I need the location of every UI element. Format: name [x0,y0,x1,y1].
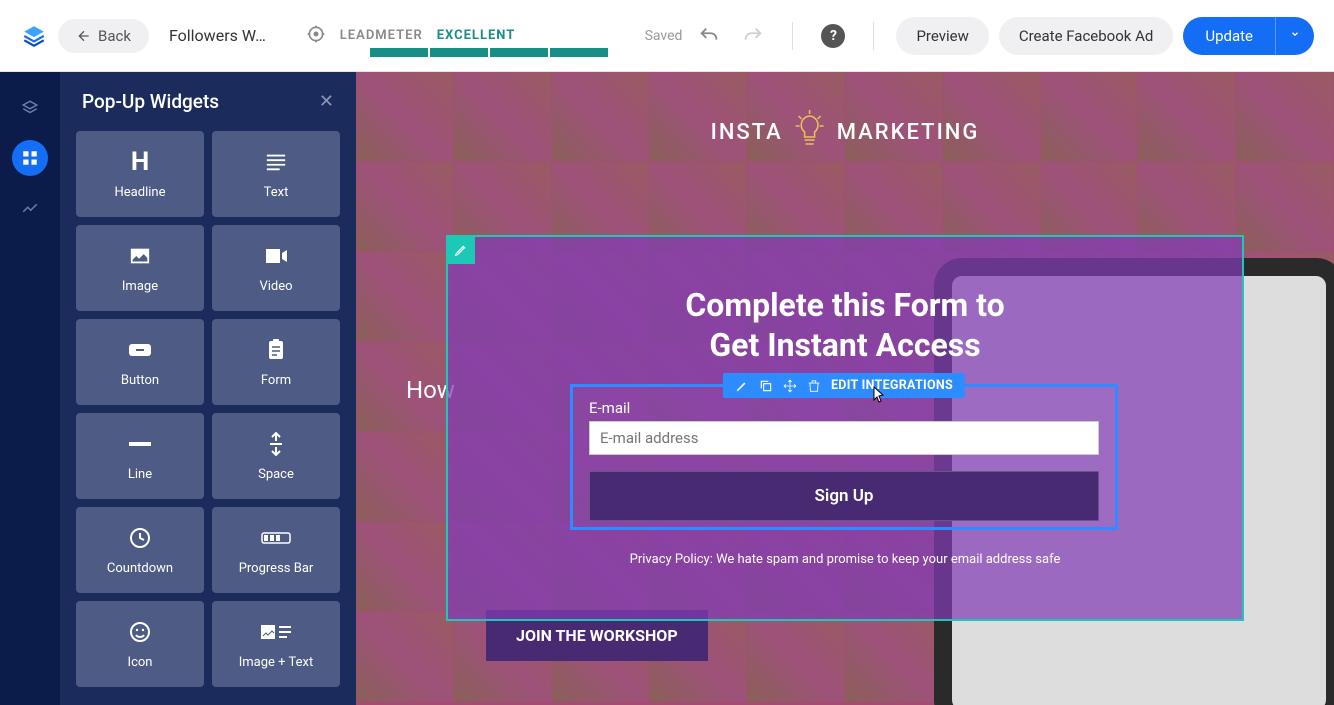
target-icon [306,24,326,48]
widget-video[interactable]: Video [212,225,340,311]
widget-headline[interactable]: HHeadline [76,131,204,217]
app-logo [20,22,48,50]
widget-countdown[interactable]: Countdown [76,507,204,593]
text-icon [265,149,287,175]
popup-content: Complete this Form to Get Instant Access [448,237,1242,365]
signup-button[interactable]: Sign Up [589,471,1099,521]
button-icon [127,337,153,363]
bulb-icon [793,108,827,156]
preview-button[interactable]: Preview [896,17,988,55]
email-field[interactable] [589,421,1099,455]
back-label: Back [98,27,131,45]
image-icon [129,243,151,269]
widget-icon[interactable]: Icon [76,601,204,687]
chevron-down-icon [1290,29,1300,39]
trend-icon [21,199,39,217]
widget-button[interactable]: Button [76,319,204,405]
redo-icon [742,25,764,47]
rail-widgets[interactable] [12,140,48,176]
rail-layers[interactable] [12,90,48,126]
widgets-icon [21,149,39,167]
edit-integrations-button[interactable]: EDIT INTEGRATIONS [831,378,953,393]
toolbar-delete[interactable] [807,379,821,393]
widget-image[interactable]: Image [76,225,204,311]
widget-space[interactable]: Space [212,413,340,499]
undo-button[interactable] [692,19,726,53]
update-group: Update [1183,17,1314,55]
popup-edit-handle[interactable] [447,236,475,264]
leadmeter[interactable]: LEADMETER EXCELLENT [306,24,516,48]
top-bar: Back Followers W… LEADMETER EXCELLENT Sa… [0,0,1334,72]
toolbar-duplicate[interactable] [759,379,773,393]
pencil-icon [735,379,749,393]
image-text-icon [260,619,292,645]
popup-title-line1: Complete this Form to [516,285,1174,325]
update-dropdown[interactable] [1275,17,1314,55]
progress-icon [261,525,291,551]
email-label: E-mail [589,399,1099,417]
smile-icon [128,619,152,645]
toolbar-edit[interactable] [735,379,749,393]
toolbar-move[interactable] [783,379,797,393]
widget-line[interactable]: Line [76,413,204,499]
separator [873,22,874,50]
sidebar-close[interactable]: ✕ [319,91,334,112]
canvas[interactable]: INSTA MARKETING How JOIN THE WORKSHOP Co… [356,72,1334,705]
copy-icon [759,379,773,393]
privacy-text: Privacy Policy: We hate spam and promise… [630,552,1061,567]
redo-button[interactable] [736,19,770,53]
clock-icon [128,525,152,551]
left-rail [0,72,60,705]
popup-title[interactable]: Complete this Form to Get Instant Access [516,285,1174,365]
layers-icon [21,99,39,117]
leadmeter-rating: EXCELLENT [437,28,516,43]
brand-right: MARKETING [837,120,980,145]
trash-icon [807,379,821,393]
pencil-icon [454,243,468,257]
help-button[interactable]: ? [815,18,851,54]
widget-image-text[interactable]: Image + Text [212,601,340,687]
help-icon: ? [821,24,845,48]
undo-icon [698,25,720,47]
headline-icon: H [131,149,149,175]
saved-status: Saved [645,28,683,44]
popup-title-line2: Get Instant Access [516,325,1174,365]
element-toolbar: EDIT INTEGRATIONS [723,373,965,398]
video-icon [264,243,288,269]
form-widget[interactable]: EDIT INTEGRATIONS E-mail Sign Up [570,384,1118,530]
cursor-icon [871,385,887,407]
back-button[interactable]: Back [58,19,149,53]
create-facebook-ad-button[interactable]: Create Facebook Ad [999,17,1174,55]
rail-analytics[interactable] [12,190,48,226]
page-title[interactable]: Followers W… [169,26,266,45]
sidebar: Pop-Up Widgets ✕ HHeadline Text Image Vi… [60,72,356,705]
move-icon [783,379,797,393]
widget-grid: HHeadline Text Image Video Button Form L… [60,131,356,687]
form-icon [266,337,286,363]
line-icon [127,431,153,457]
arrow-left-icon [76,28,92,44]
brand-logo: INSTA MARKETING [711,108,980,156]
update-button[interactable]: Update [1183,17,1275,55]
sidebar-header: Pop-Up Widgets ✕ [60,72,356,131]
widget-progress[interactable]: Progress Bar [212,507,340,593]
main: Pop-Up Widgets ✕ HHeadline Text Image Vi… [0,72,1334,705]
separator [792,22,793,50]
leadmeter-label: LEADMETER [340,28,423,43]
brand-left: INSTA [711,120,783,145]
space-icon [266,431,286,457]
widget-form[interactable]: Form [212,319,340,405]
widget-text[interactable]: Text [212,131,340,217]
leadmeter-bars [370,48,608,57]
sidebar-title: Pop-Up Widgets [82,90,219,113]
